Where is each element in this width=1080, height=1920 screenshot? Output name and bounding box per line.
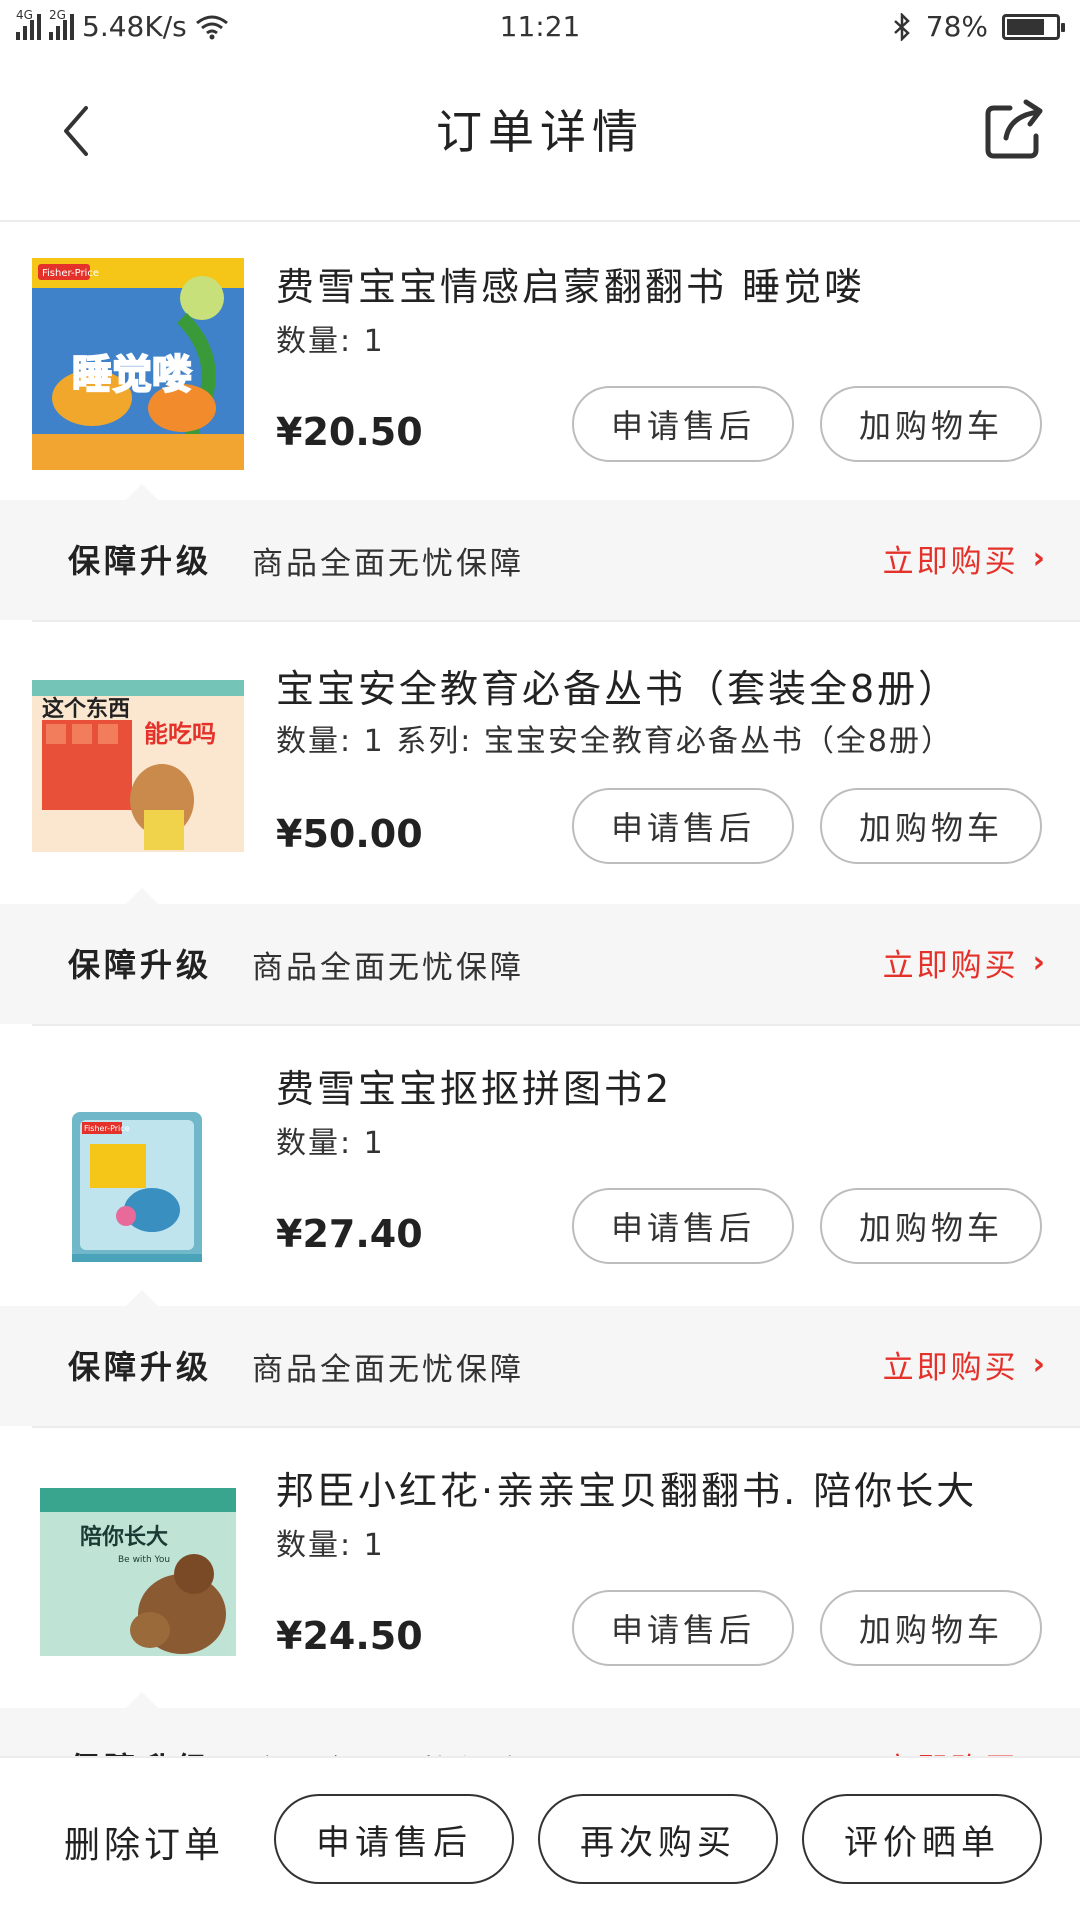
review-order-button[interactable]: 评价晒单 (802, 1794, 1042, 1884)
svg-text:陪你长大: 陪你长大 (80, 1524, 168, 1550)
buy-again-button[interactable]: 再次购买 (538, 1794, 778, 1884)
bluetooth-icon (893, 12, 910, 41)
guarantee-desc: 商品全面无忧保障 (252, 546, 524, 582)
after-sale-button[interactable]: 申请售后 (572, 788, 794, 864)
share-icon[interactable] (980, 94, 1050, 164)
battery-percent: 78% (925, 10, 988, 43)
svg-text:Fisher-Price: Fisher-Price (84, 1124, 130, 1133)
after-sale-button[interactable]: 申请售后 (572, 1188, 794, 1264)
guarantee-desc: 商品全面无忧保障 (252, 950, 524, 986)
svg-text:Fisher-Price: Fisher-Price (42, 268, 99, 279)
guarantee-desc: 商品全面无忧保障 (252, 1352, 524, 1388)
product-price: ¥20.50 (276, 410, 423, 454)
guarantee-title: 保障升级 (68, 542, 213, 580)
add-to-cart-button[interactable]: 加购物车 (820, 1590, 1042, 1666)
after-sale-button[interactable]: 申请售后 (274, 1794, 514, 1884)
product-image[interactable]: Fisher-Price 睡觉喽 (32, 258, 244, 470)
after-sale-button[interactable]: 申请售后 (572, 386, 794, 462)
product-image[interactable]: 陪你长大 Be with You (32, 1464, 244, 1676)
product-price: ¥27.40 (276, 1212, 423, 1256)
order-item: Fisher-Price 费雪宝宝抠抠拼图书2 数量: 1 ¥27.40 申请售… (0, 1024, 1080, 1428)
guarantee-desc: 商品全面无忧保障 (252, 1746, 524, 1756)
order-item: 陪你长大 Be with You 邦臣小红花·亲亲宝贝翻翻书. 陪你长大 数量:… (0, 1426, 1080, 1756)
divider (32, 620, 1080, 622)
svg-text:能吃吗: 能吃吗 (144, 720, 216, 748)
bottom-action-bar: 删除订单 申请售后 再次购买 评价晒单 (0, 1756, 1080, 1920)
product-price: ¥24.50 (276, 1614, 423, 1658)
delete-order-button[interactable]: 删除订单 (64, 1816, 224, 1868)
svg-text:睡觉喽: 睡觉喽 (72, 352, 192, 398)
status-bar: 4G 2G 5.48K/s 11:21 78% (0, 0, 1080, 56)
battery-icon (1002, 13, 1065, 40)
svg-text:Be with You: Be with You (118, 1555, 170, 1565)
guarantee-row: 保障升级 商品全面无忧保障 立即购买 › (0, 888, 1080, 1024)
guarantee-notch (126, 888, 158, 904)
chevron-right-icon: › (1032, 541, 1048, 576)
buy-now-label: 立即购买 (882, 1350, 1019, 1386)
buy-now-link[interactable]: 立即购买 › (883, 1744, 1048, 1756)
guarantee-row: 保障升级 商品全面无忧保障 立即购买 › (0, 484, 1080, 620)
book-cover-grow: 陪你长大 Be with You (40, 1488, 236, 1656)
buy-now-link[interactable]: 立即购买 › (883, 536, 1048, 581)
guarantee-title: 保障升级 (68, 1348, 213, 1386)
product-quantity: 数量: 1 (276, 1126, 385, 1161)
product-quantity: 数量: 1 (276, 324, 385, 359)
chevron-right-icon: › (1032, 1347, 1048, 1382)
buy-now-link[interactable]: 立即购买 › (883, 1342, 1048, 1387)
add-to-cart-button[interactable]: 加购物车 (820, 788, 1042, 864)
book-cover-safety: 这个东西 能吃吗 (32, 680, 244, 852)
add-to-cart-button[interactable]: 加购物车 (820, 1188, 1042, 1264)
guarantee-notch (126, 484, 158, 500)
page-title: 订单详情 (436, 105, 644, 159)
chevron-right-icon: › (1033, 1749, 1048, 1756)
product-name[interactable]: 费雪宝宝情感启蒙翻翻书 睡觉喽 (276, 256, 865, 311)
svg-text:这个东西: 这个东西 (42, 696, 130, 722)
product-quantity: 数量: 1 (276, 1528, 385, 1563)
status-right: 78% (892, 10, 1065, 43)
product-name[interactable]: 邦臣小红花·亲亲宝贝翻翻书. 陪你长大 (276, 1460, 977, 1515)
add-to-cart-button[interactable]: 加购物车 (820, 386, 1042, 462)
product-name[interactable]: 宝宝安全教育必备丛书（套装全8册） (276, 658, 959, 713)
buy-now-link[interactable]: 立即购买 › (883, 940, 1048, 985)
product-price: ¥50.00 (276, 812, 423, 856)
guarantee-notch (126, 1692, 158, 1708)
product-image[interactable]: 这个东西 能吃吗 (32, 660, 244, 872)
guarantee-notch (126, 1290, 158, 1306)
header: 订单详情 (0, 56, 1080, 222)
buy-now-label: 立即购买 (883, 1744, 1019, 1756)
product-image[interactable]: Fisher-Price (32, 1060, 244, 1272)
book-cover-sleep: Fisher-Price 睡觉喽 (32, 258, 244, 470)
book-cover-puzzle: Fisher-Price (72, 1112, 202, 1262)
product-quantity: 数量: 1 系列: 宝宝安全教育必备丛书（全8册） (276, 724, 953, 759)
guarantee-title: 保障升级 (68, 946, 213, 984)
guarantee-title: 保障升级 (68, 1744, 212, 1756)
order-item: 这个东西 能吃吗 宝宝安全教育必备丛书（套装全8册） 数量: 1 系列: 宝宝安… (0, 624, 1080, 1026)
buy-now-label: 立即购买 (882, 948, 1019, 984)
guarantee-row: 保障升级 商品全面无忧保障 立即购买 › (0, 1290, 1080, 1426)
chevron-right-icon: › (1032, 945, 1048, 980)
product-name[interactable]: 费雪宝宝抠抠拼图书2 (276, 1058, 672, 1113)
order-item: Fisher-Price 睡觉喽 费雪宝宝情感启蒙翻翻书 睡觉喽 数量: 1 ¥… (0, 224, 1080, 622)
battery-fill (1007, 18, 1045, 35)
buy-now-label: 立即购买 (882, 544, 1019, 580)
guarantee-row: 保障升级 商品全面无忧保障 立即购买 › (0, 1692, 1080, 1756)
after-sale-button[interactable]: 申请售后 (572, 1590, 794, 1666)
